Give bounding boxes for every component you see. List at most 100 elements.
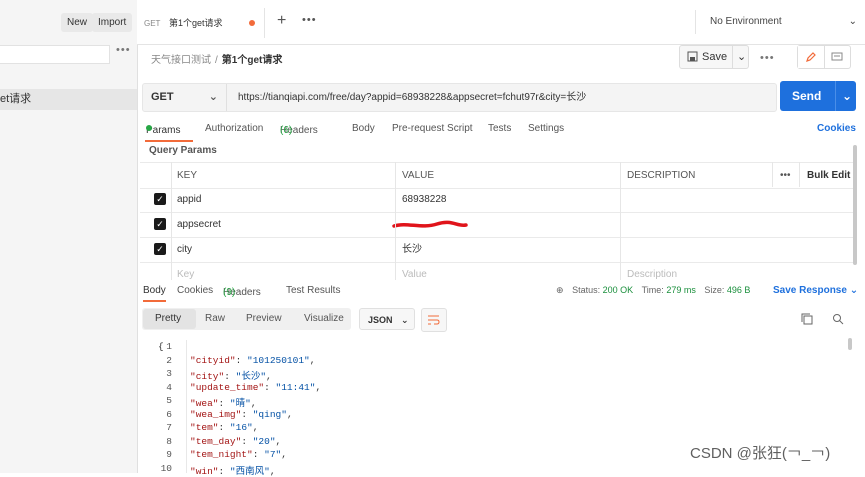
environment-label: No Environment [710, 16, 782, 27]
line-number: 10 [160, 462, 172, 474]
table-row: ✓ appid 68938228 [140, 187, 856, 213]
redaction-scribble-icon [392, 220, 468, 228]
send-chevron-icon[interactable]: ⌄ [835, 81, 852, 111]
format-label: JSON [368, 315, 393, 325]
view-mode-bar: Pretty Raw Preview Visualize [142, 308, 351, 330]
search-icon[interactable] [832, 313, 844, 328]
table-row: ✓ appsecret [140, 212, 856, 238]
edit-icon[interactable] [798, 46, 825, 68]
sidebar-search-input[interactable] [0, 45, 110, 64]
tab-tests[interactable]: Tests [488, 123, 511, 134]
code-line: "update_time": "11:41", [190, 381, 322, 393]
sidebar: New Import ••• et请求 [0, 0, 138, 473]
more-tabs-icon[interactable]: ••• [302, 14, 317, 26]
globe-icon[interactable]: ⊕ [556, 285, 564, 295]
view-raw[interactable]: Raw [205, 313, 225, 324]
gutter-divider [186, 340, 187, 473]
line-number: 7 [166, 422, 172, 433]
status-value: 200 OK [602, 285, 634, 295]
sidebar-more-icon[interactable]: ••• [116, 44, 131, 56]
table-header-row: KEY VALUE DESCRIPTION ••• Bulk Edit [140, 162, 856, 189]
param-value[interactable]: 68938228 [402, 187, 447, 212]
checkbox[interactable]: ✓ [154, 243, 166, 255]
bulk-edit-button[interactable]: Bulk Edit [807, 163, 850, 188]
column-key: KEY [177, 170, 198, 181]
edit-group [797, 45, 851, 69]
format-select[interactable]: JSON ⌄ [359, 308, 415, 330]
param-value[interactable]: 长沙 [402, 237, 422, 262]
tab-settings[interactable]: Settings [528, 123, 564, 134]
param-key[interactable]: appsecret [177, 212, 221, 237]
plus-icon[interactable]: + [277, 12, 286, 30]
tab-prerequest[interactable]: Pre-request Script [392, 123, 473, 134]
code-line: "city": "长沙", [190, 371, 272, 382]
tab-response-body[interactable]: Body [143, 285, 166, 296]
time-label: Time: [641, 285, 664, 295]
breadcrumb-separator: / [215, 55, 218, 66]
save-chevron-icon[interactable]: ⌄ [732, 46, 746, 68]
code-line: "wea_img": "qing", [190, 408, 293, 420]
column-value: VALUE [402, 170, 435, 181]
send-button[interactable]: Send ⌄ [780, 81, 856, 111]
divider [620, 162, 621, 280]
tab-response-cookies[interactable]: Cookies [177, 285, 213, 296]
sidebar-item-label: et请求 [0, 93, 32, 105]
save-response-label: Save Response [773, 285, 847, 296]
wrap-lines-button[interactable] [421, 308, 447, 332]
tab-bar: GET 第1个get请求 + ••• No Environment ⌄ [137, 0, 865, 45]
code-scrollbar[interactable] [848, 338, 852, 350]
table-row: ✓ city 长沙 [140, 237, 856, 263]
url-input[interactable]: https://tianqiapi.com/free/day?appid=689… [238, 84, 586, 111]
column-description: DESCRIPTION [627, 170, 696, 181]
save-icon [687, 51, 698, 62]
checkbox[interactable]: ✓ [154, 218, 166, 230]
response-status: ⊕ Status: 200 OK Time: 279 ms Size: 496 … [556, 285, 750, 296]
param-key[interactable]: appid [177, 187, 201, 212]
copy-icon[interactable] [801, 313, 813, 328]
code-line: "cityid": "101250101", [190, 354, 316, 366]
divider [772, 162, 773, 187]
view-pretty[interactable]: Pretty [155, 313, 181, 324]
view-visualize[interactable]: Visualize [304, 313, 344, 324]
headers-count: (6) [280, 125, 293, 136]
new-button[interactable]: New [61, 13, 94, 32]
tab-test-results[interactable]: Test Results [286, 285, 340, 296]
column-options-icon[interactable]: ••• [780, 163, 791, 188]
watermark: CSDN @张狂(￢_￢) [690, 445, 831, 462]
method-select[interactable]: GET ⌄ [143, 84, 227, 111]
sidebar-item-request[interactable]: et请求 [0, 89, 137, 110]
line-number: 8 [166, 435, 172, 447]
param-key[interactable]: city [177, 237, 192, 262]
active-tab-underline [143, 300, 166, 302]
breadcrumb-parent[interactable]: 天气接口测试 [151, 55, 211, 66]
import-button[interactable]: Import [92, 13, 133, 32]
more-options-icon[interactable]: ••• [760, 52, 775, 64]
save-button[interactable]: Save ⌄ [679, 45, 749, 69]
save-response-button[interactable]: Save Response ⌄ [773, 285, 858, 296]
cookies-link[interactable]: Cookies [817, 123, 856, 134]
code-line: "win": "西南风", [190, 465, 276, 477]
divider [799, 162, 800, 187]
url-bar: GET ⌄ https://tianqiapi.com/free/day?app… [142, 83, 777, 112]
divider [395, 162, 396, 280]
line-number: 9 [166, 449, 172, 460]
comment-icon[interactable] [825, 46, 850, 68]
tab-body[interactable]: Body [352, 123, 375, 134]
view-preview[interactable]: Preview [246, 313, 282, 324]
chevron-down-icon: ⌄ [208, 91, 218, 103]
params-scrollbar[interactable] [853, 145, 857, 265]
chevron-down-icon: ⌄ [849, 285, 859, 296]
environment-select[interactable]: No Environment ⌄ [695, 10, 865, 34]
line-number: 2 [166, 354, 172, 366]
tab-title: 第1个get请求 [168, 18, 223, 28]
active-tab-underline [145, 140, 193, 142]
line-number: 6 [166, 408, 172, 420]
time-value: 279 ms [666, 285, 696, 295]
chevron-down-icon: ⌄ [848, 16, 857, 27]
tab-request[interactable]: GET 第1个get请求 [137, 8, 265, 38]
line-number: 4 [166, 381, 172, 393]
params-active-dot-icon [146, 125, 152, 131]
tab-authorization[interactable]: Authorization [205, 123, 263, 134]
size-value: 496 B [726, 285, 751, 295]
checkbox[interactable]: ✓ [154, 193, 166, 205]
